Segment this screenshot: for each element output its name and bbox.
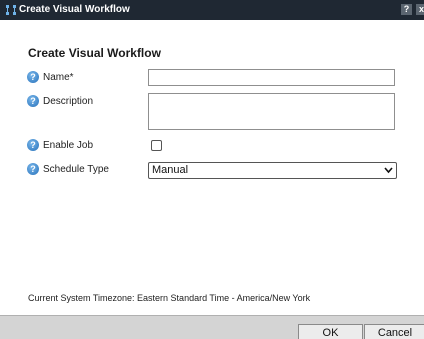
enable-job-label: Enable Job — [43, 139, 94, 151]
enable-job-label-row: ? Enable Job — [27, 139, 93, 151]
help-icon[interactable]: ? — [401, 4, 412, 15]
form-heading: Create Visual Workflow — [28, 46, 161, 60]
description-textarea[interactable] — [148, 93, 395, 130]
description-label: Description — [43, 95, 94, 107]
schedule-type-label: Schedule Type — [43, 163, 109, 175]
name-help-icon[interactable]: ? — [27, 71, 39, 83]
workflow-icon — [6, 5, 16, 15]
create-visual-workflow-dialog: Create Visual Workflow ? x Create Visual… — [0, 0, 424, 339]
enable-job-help-icon[interactable]: ? — [27, 139, 39, 151]
cancel-button[interactable]: Cancel — [364, 324, 424, 339]
schedule-type-label-row: ? Schedule Type — [27, 163, 109, 175]
enable-job-checkbox[interactable] — [151, 140, 162, 151]
description-help-icon[interactable]: ? — [27, 95, 39, 107]
dialog-title: Create Visual Workflow — [19, 4, 130, 15]
name-input[interactable] — [148, 69, 395, 86]
description-label-row: ? Description — [27, 95, 93, 107]
name-label-row: ? Name* — [27, 71, 74, 83]
chevron-down-icon — [384, 167, 393, 174]
ok-button[interactable]: OK — [298, 324, 363, 339]
close-icon[interactable]: x — [416, 4, 424, 15]
dialog-footer: OK Cancel — [0, 315, 424, 339]
timezone-info: Current System Timezone: Eastern Standar… — [28, 293, 311, 303]
schedule-type-help-icon[interactable]: ? — [27, 163, 39, 175]
dialog-titlebar[interactable]: Create Visual Workflow ? x — [0, 0, 424, 20]
schedule-type-value: Manual — [152, 164, 189, 176]
name-label: Name* — [43, 71, 74, 83]
schedule-type-select[interactable]: Manual — [148, 162, 397, 179]
